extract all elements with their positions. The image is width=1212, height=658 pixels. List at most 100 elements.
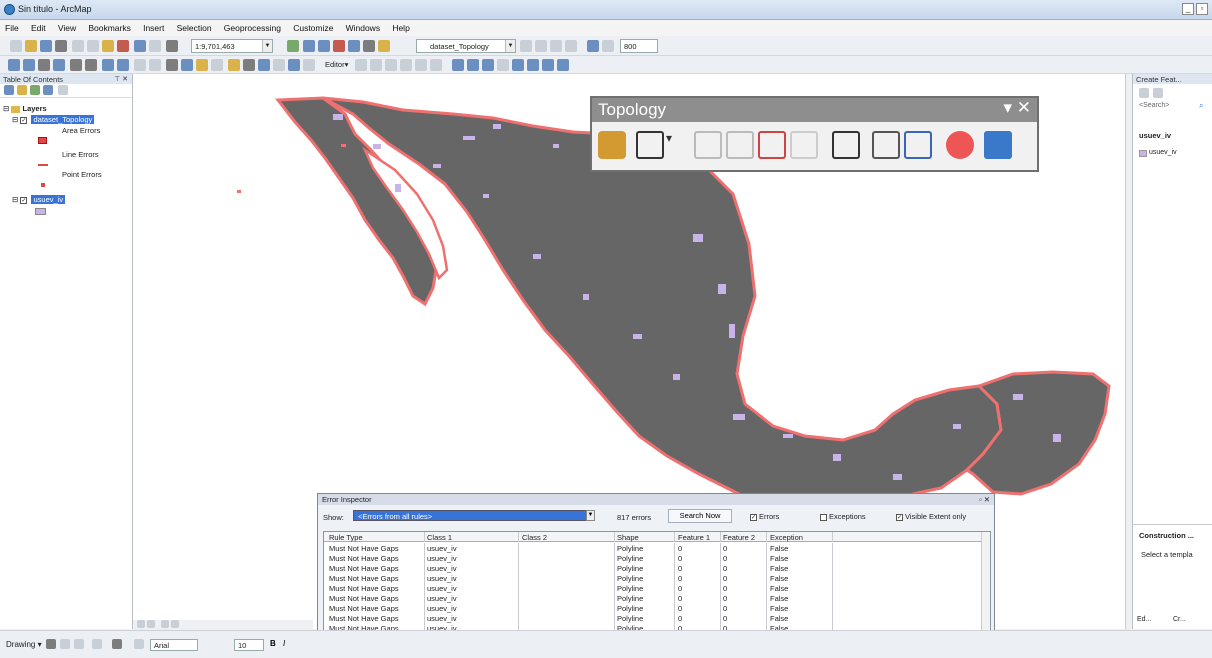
construct-polygons-icon[interactable] xyxy=(790,131,818,159)
find-route-icon[interactable] xyxy=(258,59,270,71)
map-scrollbar[interactable] xyxy=(1125,74,1132,629)
text-icon[interactable] xyxy=(112,639,122,649)
editor-menu[interactable]: Editor▾ xyxy=(325,60,348,69)
errors-checkbox[interactable]: ✓ Errors xyxy=(750,512,779,521)
delete-icon[interactable] xyxy=(117,40,129,52)
validate-extent-icon[interactable] xyxy=(904,131,932,159)
paste-icon[interactable] xyxy=(102,40,114,52)
python-icon[interactable] xyxy=(363,40,375,52)
clear-selection-icon[interactable] xyxy=(149,59,161,71)
table-of-contents-icon[interactable] xyxy=(303,40,315,52)
pan-icon[interactable] xyxy=(38,59,50,71)
search-window-icon[interactable] xyxy=(333,40,345,52)
menu-help[interactable]: Help xyxy=(387,20,414,33)
straight-segment-icon[interactable] xyxy=(385,59,397,71)
identify-icon[interactable] xyxy=(181,59,193,71)
print-icon[interactable] xyxy=(55,40,67,52)
menu-geoprocessing[interactable]: Geoprocessing xyxy=(219,20,286,33)
endpoint-arc-icon[interactable] xyxy=(400,59,412,71)
editor-toolbar-icon[interactable] xyxy=(287,40,299,52)
collapse-icon[interactable]: ⊟ xyxy=(12,115,18,124)
search-icon[interactable]: ⌕ xyxy=(1199,101,1203,111)
menu-insert[interactable]: Insert xyxy=(138,20,169,33)
search-now-button[interactable]: Search Now xyxy=(668,509,732,523)
visible-extent-checkbox[interactable]: ✓ Visible Extent only xyxy=(896,512,966,521)
select-elements-icon[interactable] xyxy=(166,59,178,71)
planarize-lines-icon[interactable] xyxy=(758,131,786,159)
layout-view-icon[interactable] xyxy=(147,620,155,628)
refresh-icon[interactable] xyxy=(161,620,169,628)
list-by-source-icon[interactable] xyxy=(17,85,27,95)
show-shared-features-icon[interactable] xyxy=(694,131,722,159)
column-header[interactable]: Feature 1 xyxy=(678,533,710,542)
drawing-menu[interactable]: Drawing ▾ xyxy=(6,640,42,649)
minimize-button[interactable]: _ xyxy=(1182,3,1194,15)
zoom-in-icon[interactable] xyxy=(8,59,20,71)
point-icon[interactable] xyxy=(430,59,442,71)
layers-group[interactable]: ⊟ Layers xyxy=(3,104,47,113)
topology-edit-tool-icon[interactable] xyxy=(636,131,664,159)
table-row[interactable]: Must Not Have Gaps usuev_iv Polyline 0 0 Fals… xyxy=(324,573,984,583)
template-item[interactable]: usuev_iv xyxy=(1149,149,1177,156)
hyperlink-icon[interactable] xyxy=(196,59,208,71)
rotate-icon[interactable] xyxy=(60,639,70,649)
zoom-out-icon[interactable] xyxy=(23,59,35,71)
table-row[interactable]: Must Not Have Gaps usuev_iv Polyline 0 0 Fals… xyxy=(324,553,984,563)
edit-vertices-icon[interactable] xyxy=(452,59,464,71)
toc-layer-usuev[interactable]: ⊟ ✓ usuev_iv xyxy=(12,195,66,204)
fix-topology-error-icon[interactable] xyxy=(946,131,974,159)
column-header[interactable]: Feature 2 xyxy=(723,533,755,542)
list-by-drawing-order-icon[interactable] xyxy=(4,85,14,95)
column-header[interactable]: Exception xyxy=(770,533,803,542)
table-row[interactable]: Must Not Have Gaps usuev_iv Polyline 0 0 Fals… xyxy=(324,563,984,573)
open-icon[interactable] xyxy=(25,40,37,52)
table-row[interactable]: Must Not Have Gaps usuev_iv Polyline 0 0 Fals… xyxy=(324,543,984,553)
copy-icon[interactable] xyxy=(87,40,99,52)
arctoolbox-icon[interactable] xyxy=(348,40,360,52)
close-icon[interactable]: ▾ ✕ xyxy=(1003,98,1031,118)
find-icon[interactable] xyxy=(243,59,255,71)
search-input[interactable]: <Search> xyxy=(1139,102,1169,109)
layer-name[interactable]: usuev_iv xyxy=(31,195,66,204)
redo-icon[interactable] xyxy=(149,40,161,52)
forward-icon[interactable] xyxy=(117,59,129,71)
column-header[interactable]: Rule Type xyxy=(329,533,363,542)
options-icon[interactable] xyxy=(58,85,68,95)
cut-icon[interactable] xyxy=(72,40,84,52)
edit-annotation-icon[interactable] xyxy=(370,59,382,71)
font-combo[interactable]: Arial xyxy=(150,639,198,651)
bold-icon[interactable]: B xyxy=(270,639,276,648)
reshape-icon[interactable] xyxy=(467,59,479,71)
create-features-icon[interactable] xyxy=(557,59,569,71)
table-row[interactable]: Must Not Have Gaps usuev_iv Polyline 0 0 Fals… xyxy=(324,603,984,613)
show-select[interactable]: <Errors from all rules> xyxy=(353,510,593,521)
fixed-zoom-out-icon[interactable] xyxy=(85,59,97,71)
full-extent-icon[interactable] xyxy=(53,59,65,71)
error-inspector-icon[interactable] xyxy=(984,131,1012,159)
organize-templates-icon[interactable] xyxy=(1139,88,1149,98)
viewer-window-icon[interactable] xyxy=(303,59,315,71)
tab-create-features[interactable]: Cr... xyxy=(1173,616,1186,623)
new-document-icon[interactable] xyxy=(10,40,22,52)
tab-editor[interactable]: Ed... xyxy=(1137,616,1151,623)
column-header[interactable]: Class 2 xyxy=(522,533,547,542)
visibility-checkbox[interactable]: ✓ xyxy=(20,116,28,124)
select-elements-icon[interactable] xyxy=(46,639,56,649)
construct-features-icon[interactable] xyxy=(726,131,754,159)
table-row[interactable]: Must Not Have Gaps usuev_iv Polyline 0 0 Fals… xyxy=(324,593,984,603)
time-slider-icon[interactable] xyxy=(288,59,300,71)
close-icon[interactable]: ▫ ✕ xyxy=(979,495,990,504)
cut-polygons-icon[interactable] xyxy=(482,59,494,71)
validate-area-icon[interactable] xyxy=(872,131,900,159)
catalog-icon[interactable] xyxy=(318,40,330,52)
exceptions-checkbox[interactable]: Exceptions xyxy=(820,512,866,521)
menu-selection[interactable]: Selection xyxy=(172,20,217,33)
topology-tool-icon[interactable] xyxy=(535,40,547,52)
template-properties-icon[interactable] xyxy=(1153,88,1163,98)
attributes-icon[interactable] xyxy=(527,59,539,71)
menu-file[interactable]: File xyxy=(0,20,24,33)
fixed-zoom-in-icon[interactable] xyxy=(70,59,82,71)
save-icon[interactable] xyxy=(40,40,52,52)
pin-icon[interactable]: ⊤ ✕ xyxy=(114,75,128,83)
select-features-icon[interactable] xyxy=(134,59,146,71)
